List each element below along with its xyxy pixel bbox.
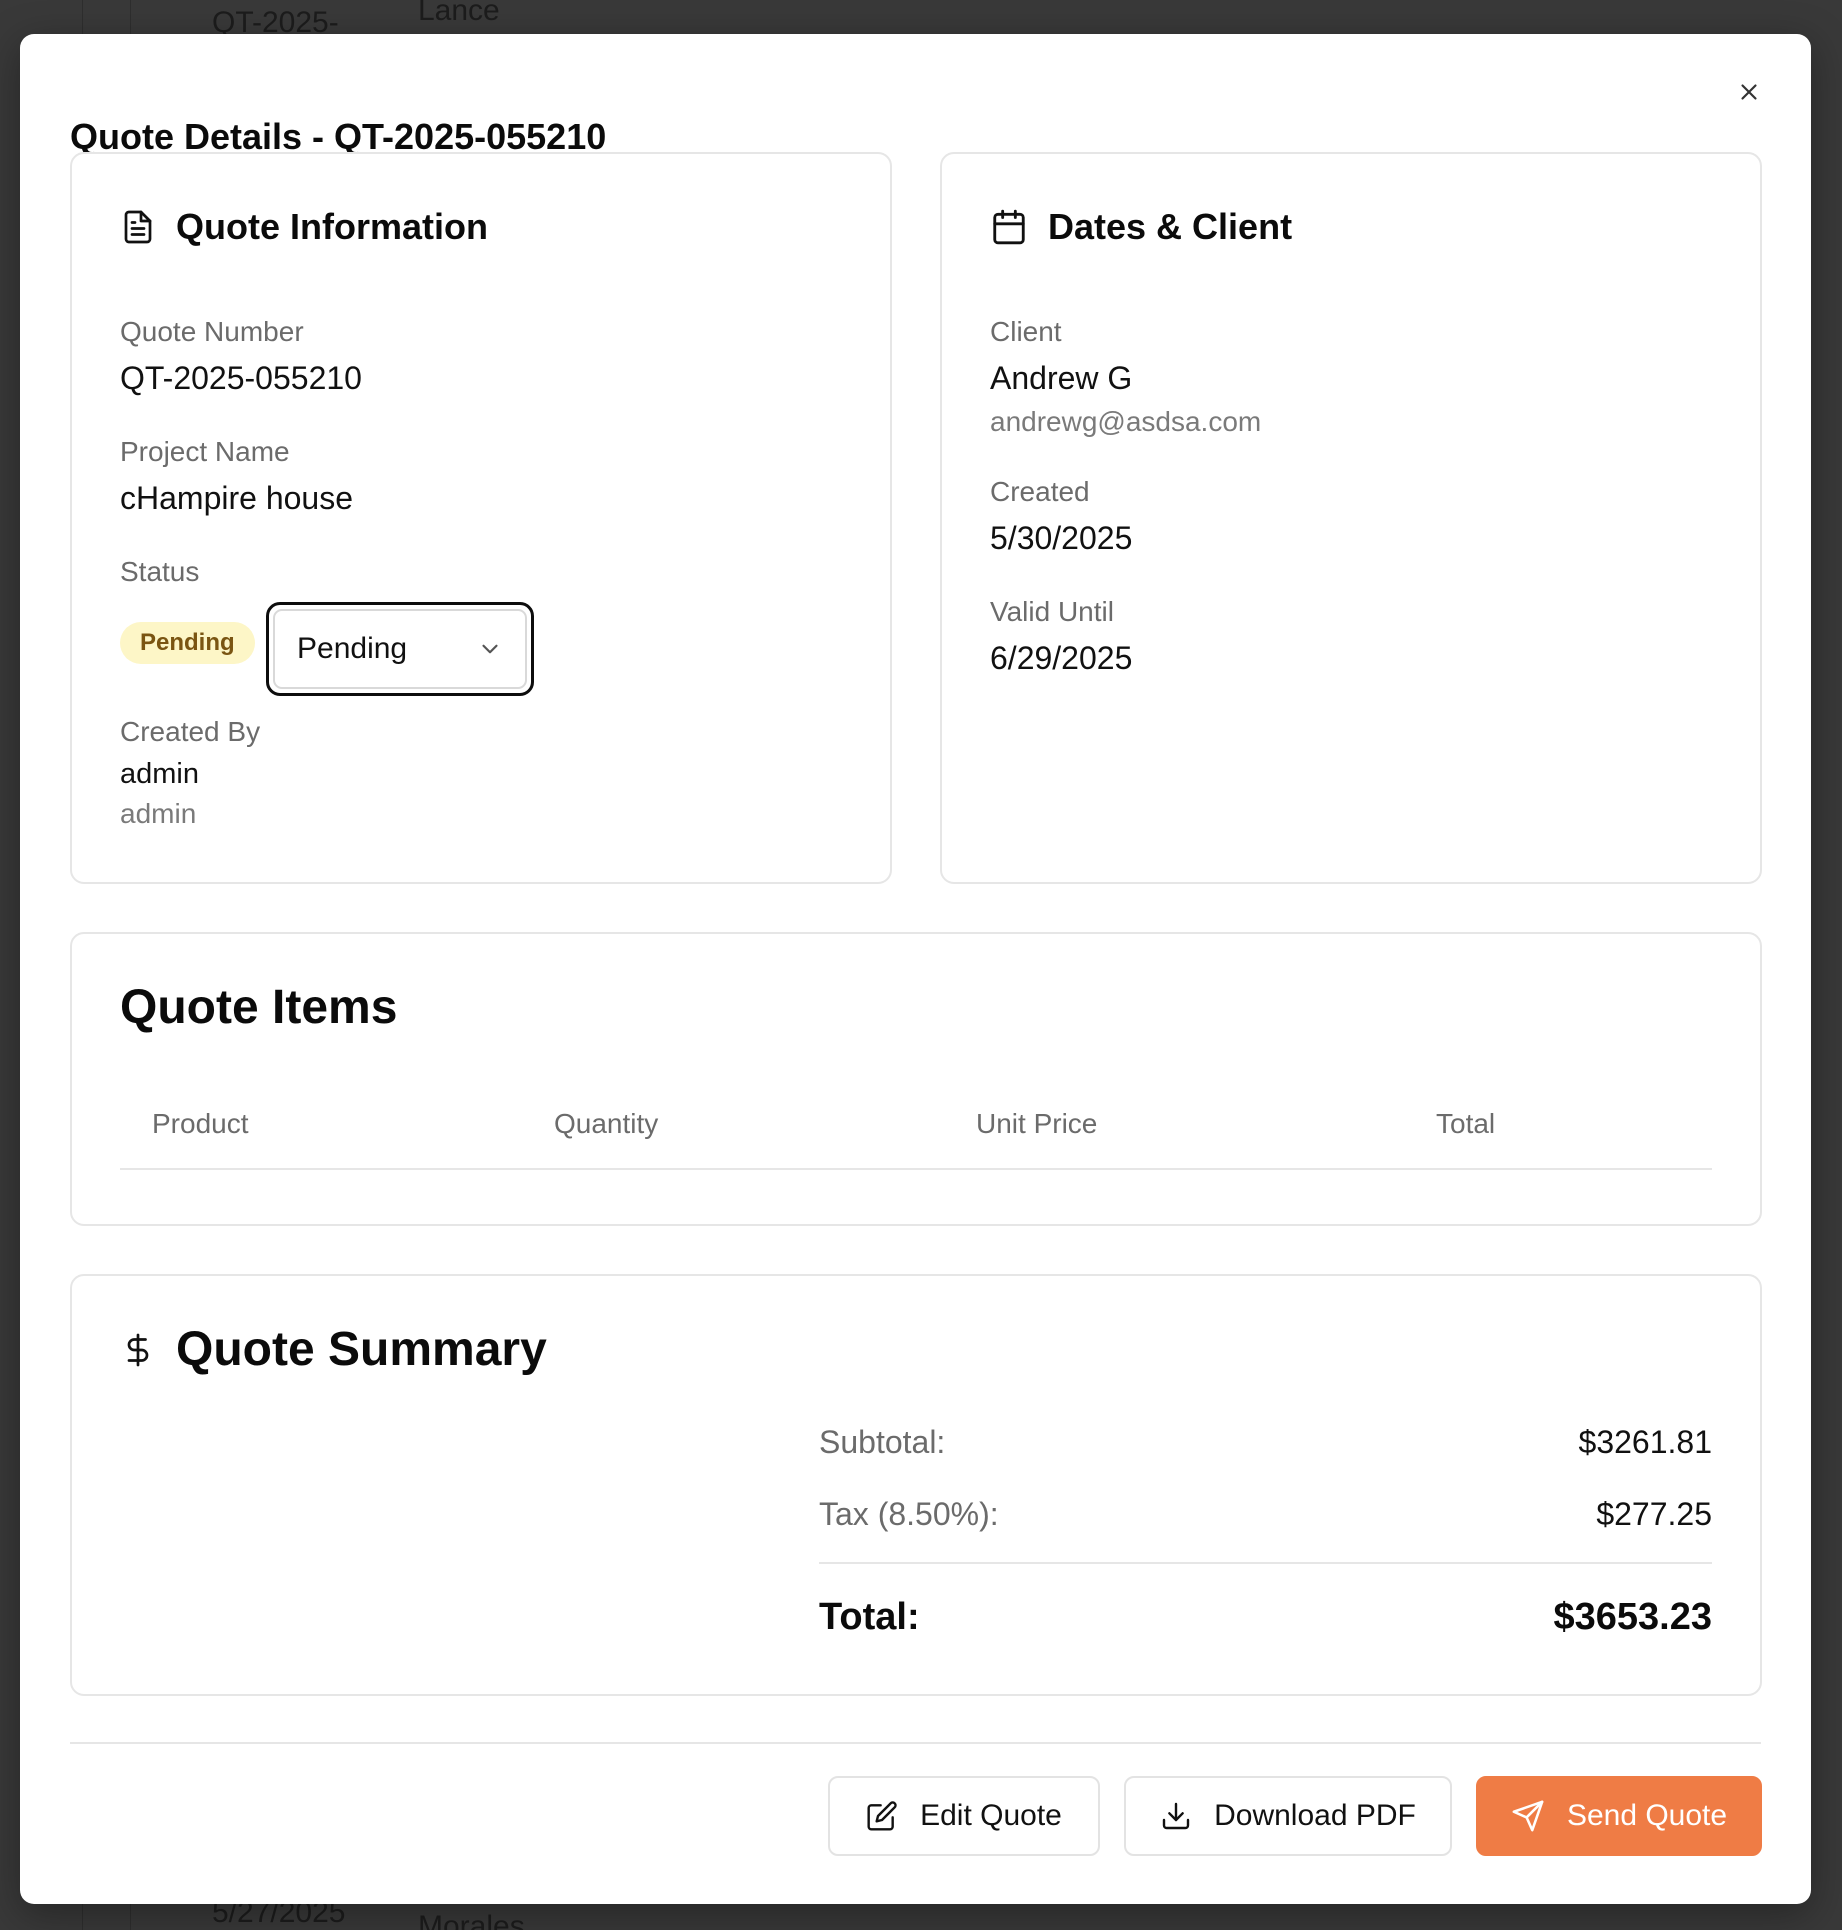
total-value: $3653.23 xyxy=(1553,1596,1713,1638)
column-header-quantity: Quantity xyxy=(554,1108,659,1139)
client-name: Andrew G xyxy=(990,360,1133,396)
column-header-total: Total xyxy=(1436,1108,1496,1139)
project-name-label: Project Name xyxy=(120,436,290,467)
status-label: Status xyxy=(120,556,200,587)
close-button[interactable] xyxy=(1727,70,1771,114)
created-by-name: admin xyxy=(120,758,199,790)
table-header-divider xyxy=(120,1168,1712,1170)
card-title: Dates & Client xyxy=(1048,206,1293,247)
send-quote-label: Send Quote xyxy=(1566,1799,1728,1832)
status-select-field[interactable]: Pending xyxy=(273,609,527,689)
card-header: Quote Information xyxy=(120,206,488,248)
card-title: Quote Items xyxy=(120,981,398,1034)
created-label: Created xyxy=(990,476,1090,507)
calendar-icon xyxy=(993,209,1025,245)
dates-client-card: Dates & Client Client Andrew G andrewg@a… xyxy=(940,152,1762,884)
valid-until-date: 6/29/2025 xyxy=(990,640,1133,676)
download-pdf-label: Download PDF xyxy=(1214,1799,1416,1832)
client-email: andrewg@asdsa.com xyxy=(990,406,1262,437)
subtotal-label: Subtotal: xyxy=(819,1424,946,1460)
card-header: Quote Summary xyxy=(120,1322,547,1377)
tax-value: $277.25 xyxy=(1596,1496,1712,1532)
edit-quote-button[interactable]: Edit Quote xyxy=(828,1776,1100,1856)
background-text: Lance xyxy=(418,0,500,27)
download-icon xyxy=(1162,1802,1190,1830)
tax-row: Tax (8.50%): $277.25 xyxy=(819,1496,1712,1533)
file-text-icon xyxy=(124,210,152,244)
quote-items-card: Quote Items Product Quantity Unit Price … xyxy=(70,932,1762,1226)
quote-number-label: Quote Number xyxy=(120,316,304,347)
edit-icon xyxy=(867,1801,897,1831)
card-title: Quote Summary xyxy=(176,1323,547,1376)
quote-information-card: Quote Information Quote Number QT-2025-0… xyxy=(70,152,892,884)
quote-summary-card: Quote Summary Subtotal: $3261.81 Tax (8.… xyxy=(70,1274,1762,1696)
chevron-down-icon xyxy=(482,644,498,654)
footer-divider xyxy=(70,1742,1761,1744)
status-select-value: Pending xyxy=(297,632,408,665)
card-title: Quote Information xyxy=(176,206,488,247)
project-name-value: cHampire house xyxy=(120,480,353,516)
close-icon xyxy=(1741,84,1757,100)
summary-divider xyxy=(819,1562,1712,1564)
valid-until-label: Valid Until xyxy=(990,596,1114,627)
status-badge: Pending xyxy=(120,622,255,664)
send-quote-button[interactable]: Send Quote xyxy=(1476,1776,1762,1856)
subtotal-row: Subtotal: $3261.81 xyxy=(819,1424,1712,1461)
subtotal-value: $3261.81 xyxy=(1578,1424,1712,1460)
download-pdf-button[interactable]: Download PDF xyxy=(1124,1776,1452,1856)
client-label: Client xyxy=(990,316,1062,347)
background-text: Morales xyxy=(418,1910,525,1930)
card-header: Dates & Client xyxy=(990,206,1292,248)
total-row: Total: $3653.23 xyxy=(819,1596,1712,1639)
created-date: 5/30/2025 xyxy=(990,520,1133,556)
edit-quote-label: Edit Quote xyxy=(920,1799,1062,1832)
column-header-product: Product xyxy=(152,1108,249,1139)
quote-number-value: QT-2025-055210 xyxy=(120,360,362,396)
tax-label: Tax (8.50%): xyxy=(819,1496,999,1532)
send-icon xyxy=(1512,1800,1544,1832)
total-label: Total: xyxy=(819,1596,920,1638)
dollar-icon xyxy=(127,1333,149,1366)
status-select[interactable]: Pending xyxy=(266,602,534,696)
column-header-unit-price: Unit Price xyxy=(976,1108,1098,1139)
created-by-username: admin xyxy=(120,798,197,829)
created-by-label: Created By xyxy=(120,716,261,747)
quote-details-dialog: Quote Details - QT-2025-055210 Quote Inf… xyxy=(20,34,1811,1904)
